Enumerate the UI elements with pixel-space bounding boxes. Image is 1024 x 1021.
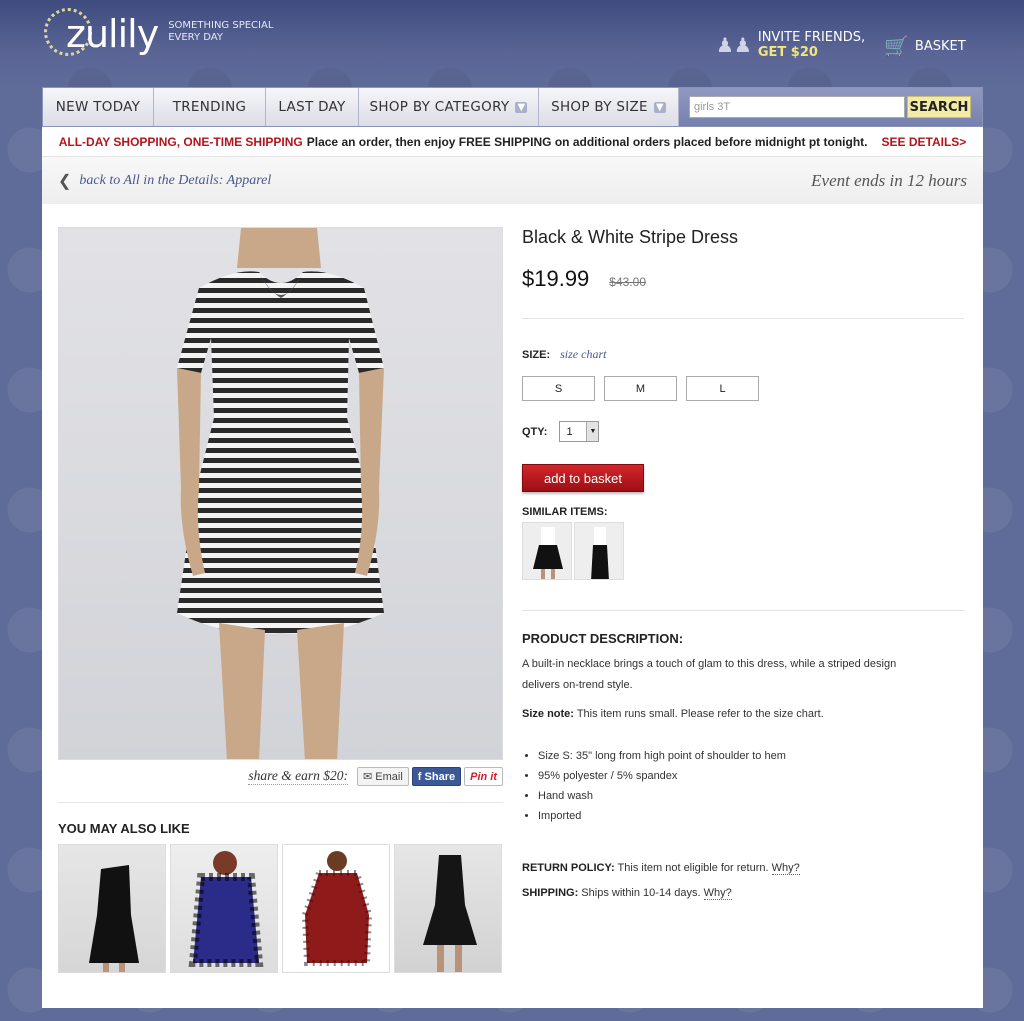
qty-select[interactable]: 1 ▼: [559, 421, 600, 442]
see-details-link[interactable]: SEE DETAILS>: [881, 135, 966, 149]
shipping-label: SHIPPING:: [522, 887, 579, 899]
bullet-item: Imported: [538, 806, 964, 826]
size-note-text: This item runs small. Please refer to th…: [576, 708, 824, 720]
sale-price: $19.99: [522, 266, 590, 291]
similar-item[interactable]: [574, 522, 624, 580]
size-option-m[interactable]: M: [604, 376, 677, 401]
invite-friends-link[interactable]: ♟♟ INVITE FRIENDS, GET $20: [716, 30, 865, 60]
cart-icon: 🛒: [884, 34, 909, 58]
recommended-item[interactable]: [282, 844, 390, 973]
size-note: Size note: This item runs small. Please …: [522, 708, 964, 720]
price-row: $19.99 $43.00: [522, 266, 964, 292]
mail-icon: ✉: [363, 771, 376, 783]
qty-row: QTY: 1 ▼: [522, 421, 964, 442]
shipping-why-link[interactable]: Why?: [703, 887, 732, 900]
size-option-s[interactable]: S: [522, 376, 595, 401]
product-title: Black & White Stripe Dress: [522, 227, 739, 247]
return-policy: RETURN POLICY: This item not eligible fo…: [522, 856, 964, 881]
recommended-item[interactable]: [58, 844, 166, 973]
facebook-share-button[interactable]: f Share: [411, 767, 462, 786]
facebook-icon: f: [417, 770, 425, 783]
size-chart-link[interactable]: size chart: [560, 347, 606, 362]
basket-link[interactable]: 🛒 BASKET: [884, 34, 966, 58]
promo-text: Place an order, then enjoy FREE SHIPPING…: [306, 134, 868, 149]
divider: [58, 802, 503, 803]
you-may-also-like-title: YOU MAY ALSO LIKE: [58, 821, 190, 836]
search-input[interactable]: [689, 96, 905, 118]
nav-last-day[interactable]: LAST DAY: [266, 88, 359, 126]
basket-label: BASKET: [914, 38, 966, 54]
nav-shop-by-size[interactable]: SHOP BY SIZE ▼: [539, 88, 679, 126]
original-price: $43.00: [609, 275, 646, 289]
shipping-text: Ships within 10-14 days.: [581, 887, 701, 899]
chevron-down-icon: ▼: [653, 101, 666, 113]
size-note-label: Size note:: [522, 708, 574, 720]
kids-icon: ♟♟: [716, 34, 752, 57]
similar-items-label: SIMILAR ITEMS:: [522, 506, 608, 518]
product-image[interactable]: [58, 227, 503, 760]
product-bullets: Size S: 35" long from high point of shou…: [522, 746, 964, 826]
recommended-item[interactable]: [170, 844, 278, 973]
qty-value: 1: [566, 425, 573, 438]
chevron-left-icon: ❮: [58, 172, 72, 190]
email-share-label: Email: [375, 770, 403, 783]
recommended-item[interactable]: [394, 844, 502, 973]
return-policy-text: This item not eligible for return.: [617, 862, 769, 874]
size-options: S M L: [522, 376, 964, 401]
facebook-share-label: Share: [424, 770, 456, 783]
nav-shop-by-category[interactable]: SHOP BY CATEGORY ▼: [359, 88, 539, 126]
back-link[interactable]: ❮ back to All in the Details: Apparel: [58, 171, 271, 191]
breadcrumb: ❮ back to All in the Details: Apparel Ev…: [42, 157, 983, 204]
chevron-down-icon: ▼: [515, 101, 528, 113]
qty-label: QTY:: [522, 425, 548, 438]
main-nav: NEW TODAY TRENDING LAST DAY SHOP BY CATE…: [42, 87, 983, 127]
invite-line2: GET $20: [757, 45, 818, 60]
nav-shop-by-category-label: SHOP BY CATEGORY: [369, 99, 510, 115]
event-timer: Event ends in 12 hours: [811, 170, 967, 190]
invite-text: INVITE FRIENDS, GET $20: [758, 30, 865, 60]
share-earn-label: share & earn $20:: [248, 768, 348, 785]
share-bar: share & earn $20: ✉ Email f Share Pin it: [58, 767, 503, 786]
nav-shop-by-size-label: SHOP BY SIZE: [551, 99, 648, 115]
invite-line1: INVITE FRIENDS,: [757, 30, 866, 45]
return-policy-label: RETURN POLICY:: [522, 862, 615, 874]
product-description-title: PRODUCT DESCRIPTION:: [522, 631, 684, 646]
bullet-item: Hand wash: [538, 786, 964, 806]
tagline-line2: EVERY DAY: [168, 32, 223, 43]
tagline: SOMETHING SPECIAL EVERY DAY: [168, 20, 273, 44]
return-why-link[interactable]: Why?: [771, 862, 800, 875]
product-details: Black & White Stripe Dress $19.99 $43.00…: [522, 227, 964, 906]
product-page: share & earn $20: ✉ Email f Share Pin it…: [42, 204, 983, 1008]
promo-highlight: ALL-DAY SHOPPING, ONE-TIME SHIPPING: [58, 134, 303, 149]
you-may-also-like-list: [58, 844, 506, 973]
tagline-line1: SOMETHING SPECIAL: [168, 20, 274, 31]
divider: [522, 610, 964, 611]
search-button[interactable]: SEARCH: [907, 96, 971, 118]
size-option-l[interactable]: L: [686, 376, 759, 401]
size-label: SIZE:: [522, 349, 551, 361]
back-link-label: back to All in the Details: Apparel: [79, 172, 272, 188]
size-row: SIZE: size chart: [522, 347, 964, 362]
search-area: SEARCH: [679, 88, 982, 126]
logo-wordmark: zulily: [66, 12, 159, 56]
dropdown-arrow-icon: ▼: [586, 422, 599, 441]
shipping-info: SHIPPING: Ships within 10-14 days. Why?: [522, 881, 964, 906]
pinterest-button[interactable]: Pin it: [464, 767, 503, 786]
policy-section: RETURN POLICY: This item not eligible fo…: [522, 856, 964, 906]
promo-banner: ALL-DAY SHOPPING, ONE-TIME SHIPPING Plac…: [42, 127, 983, 157]
similar-item[interactable]: [522, 522, 572, 580]
email-share-button[interactable]: ✉ Email: [357, 767, 409, 786]
nav-trending[interactable]: TRENDING: [154, 88, 266, 126]
similar-items: [522, 522, 964, 580]
bullet-item: 95% polyester / 5% spandex: [538, 766, 964, 786]
zulily-logo[interactable]: zulily SOMETHING SPECIAL EVERY DAY: [44, 8, 273, 56]
nav-new-today[interactable]: NEW TODAY: [43, 88, 154, 126]
product-description: A built-in necklace brings a touch of gl…: [522, 658, 897, 691]
divider: [522, 318, 964, 319]
add-to-basket-button[interactable]: add to basket: [522, 464, 644, 492]
bullet-item: Size S: 35" long from high point of shou…: [538, 746, 964, 766]
